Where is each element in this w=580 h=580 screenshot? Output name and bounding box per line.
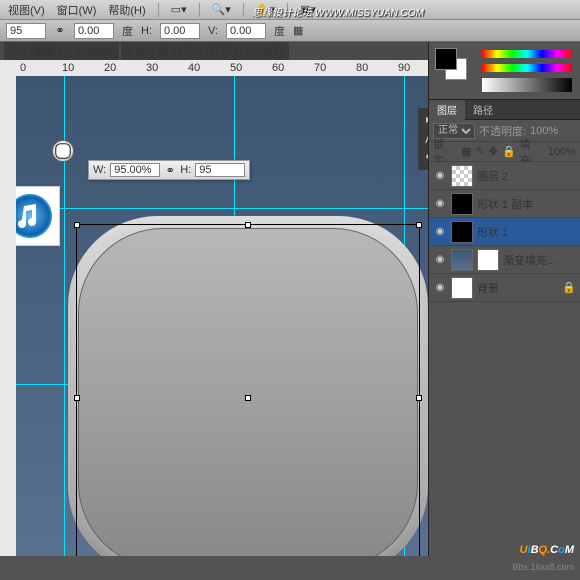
document-tabs: 7% (图层 16, RGB/8) 1.psd @ 66.7% (形状 1, R… [0,42,428,60]
visibility-icon[interactable] [433,169,447,183]
v-input[interactable]: 0.00 [226,23,266,39]
transform-bounds[interactable] [76,224,420,556]
visibility-icon[interactable] [433,197,447,211]
hue-strip[interactable] [482,64,572,72]
ruler-tick: 10 [62,62,74,74]
ruler-tick: 80 [356,62,368,74]
ruler-tick: 90 [398,62,410,74]
layer-thumb[interactable] [451,249,473,271]
hue-strip[interactable] [482,50,572,58]
h-input[interactable]: 0.00 [160,23,200,39]
para-icon[interactable]: ¶ [420,150,428,168]
zoom-icon[interactable]: 🔍▾ [208,1,235,18]
layer-row[interactable]: 形状 1 副本 [429,190,580,218]
main-area: 7% (图层 16, RGB/8) 1.psd @ 66.7% (形状 1, R… [0,42,580,556]
v-label: V: [208,25,218,37]
h-value-input[interactable]: 95 [195,163,245,177]
grayscale-strip[interactable] [482,78,572,92]
ruler-tick: 0 [20,62,26,74]
layer-thumb[interactable] [451,193,473,215]
ruler-tick: 40 [188,62,200,74]
tool-icon[interactable]: ▸ [420,110,428,128]
h-label: H: [141,25,152,37]
visibility-icon[interactable] [433,281,447,295]
lock-paint-icon[interactable]: ✎ [476,145,485,158]
layer-thumb[interactable] [451,221,473,243]
separator [199,3,200,17]
transform-handle[interactable] [416,395,422,401]
ruler-tick: 60 [272,62,284,74]
interp-icon[interactable]: ▦ [293,24,303,37]
panel-tabs: 图层 路径 [429,100,580,120]
doc-tab-2[interactable]: 1.psd @ 66.7% (形状 1, RGB/8) [121,42,289,61]
layer-name[interactable]: 图层 2 [477,168,508,184]
layout-icon[interactable]: ▭▾ [167,1,191,18]
transform-handle[interactable] [245,222,251,228]
link-icon[interactable]: ⚭ [164,164,176,176]
deg-label: 度 [122,23,133,39]
layer-row-selected[interactable]: 形状 1 [429,218,580,246]
tab-layers[interactable]: 图层 [429,99,465,120]
canvas-viewport[interactable]: W: 95.00% ⚭ H: 95 [16,76,428,556]
width-input[interactable]: 95 [6,23,46,39]
reference-image [16,186,60,246]
watermark-text: 思缘设计论坛 WWW.MISSYUAN.COM [252,4,424,19]
w-value-input[interactable]: 95.00% [110,163,160,177]
layer-row[interactable]: 渐变填充... [429,246,580,274]
layer-row[interactable]: 图层 2 [429,162,580,190]
foreground-swatch[interactable] [435,48,457,70]
visibility-icon[interactable] [433,225,447,239]
layer-row[interactable]: 背景 🔒 [429,274,580,302]
options-bar: 95 ⚭ 0.00 度 H: 0.00 V: 0.00 度 ▦ [0,20,580,42]
menu-help[interactable]: 帮助(H) [104,0,149,20]
doc-tab-1[interactable]: 7% (图层 16, RGB/8) [4,42,119,61]
layer-name[interactable]: 形状 1 [477,224,508,240]
layer-name[interactable]: 背景 [477,280,499,296]
w-label: W: [93,164,106,176]
lock-row: 锁定: ▦ ✎ ✥ 🔒 填充: 100% [429,142,580,162]
color-panel [429,42,580,100]
lock-trans-icon[interactable]: ▦ [461,145,471,158]
fill-value[interactable]: 100% [548,146,576,158]
ruler-tick: 70 [314,62,326,74]
transform-handle[interactable] [74,222,80,228]
layer-thumb[interactable] [451,277,473,299]
layer-name[interactable]: 渐变填充... [503,252,556,268]
watermark-logo: UiBQ.CoM [520,540,574,558]
layer-name[interactable]: 形状 1 副本 [477,196,533,212]
lock-pos-icon[interactable]: ✥ [489,145,498,158]
deg2-label: 度 [274,23,285,39]
canvas-area: 7% (图层 16, RGB/8) 1.psd @ 66.7% (形状 1, R… [0,42,428,556]
watermark-url: Bbs.16xx8.com [512,562,574,572]
ruler-tick: 20 [104,62,116,74]
mask-thumb[interactable] [52,140,74,162]
transform-center[interactable] [245,395,251,401]
lock-all-icon[interactable]: 🔒 [502,145,516,158]
ruler-horizontal: 0 10 20 30 40 50 60 70 80 90 [0,60,428,76]
tab-paths[interactable]: 路径 [465,99,501,120]
transform-wh-popup: W: 95.00% ⚭ H: 95 [88,160,250,180]
ruler-tick: 50 [230,62,242,74]
mini-toolstrip: ▸ A ¶ [418,108,428,170]
ruler-tick: 30 [146,62,158,74]
guide-horizontal[interactable] [16,208,428,209]
right-panels: 图层 路径 正常 不透明度: 100% 锁定: ▦ ✎ ✥ 🔒 填充: 100%… [428,42,580,556]
h-label: H: [180,164,191,176]
menu-window[interactable]: 窗口(W) [53,0,101,20]
transform-handle[interactable] [416,222,422,228]
menu-view[interactable]: 视图(V) [4,0,49,20]
rotate-input[interactable]: 0.00 [74,23,114,39]
fg-bg-swatches[interactable] [435,48,467,80]
layer-thumb[interactable] [451,165,473,187]
transform-handle[interactable] [74,395,80,401]
type-icon[interactable]: A [420,130,428,148]
mask-thumb[interactable] [477,249,499,271]
ruler-vertical [0,76,16,556]
visibility-icon[interactable] [433,253,447,267]
lock-icon: 🔒 [562,281,576,294]
separator [158,3,159,17]
link-icon[interactable]: ⚭ [54,25,66,37]
separator [243,3,244,17]
